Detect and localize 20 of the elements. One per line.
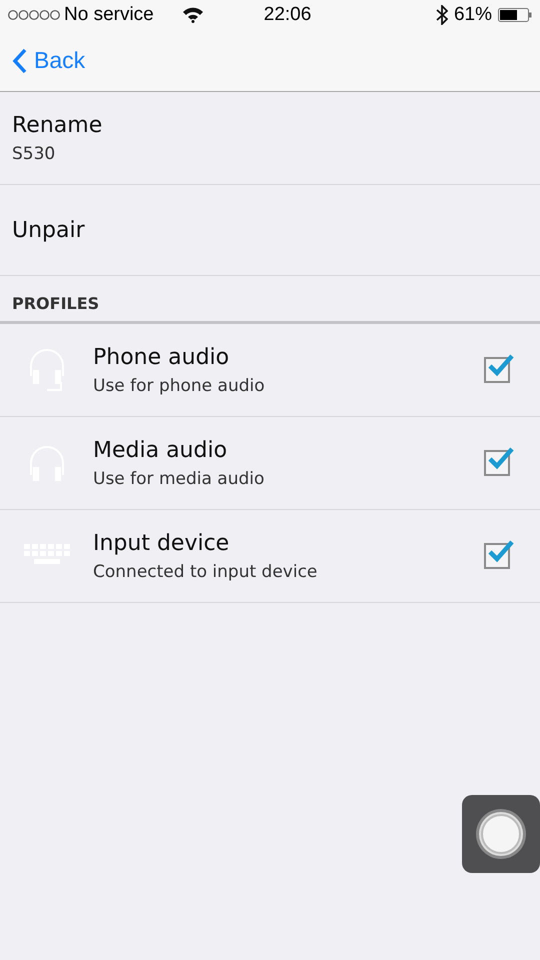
- wifi-icon: [182, 7, 204, 23]
- menu-item-title[interactable]: Rename: [12, 112, 528, 138]
- battery-icon: [498, 8, 532, 22]
- menu-item-subtitle: S530: [12, 144, 56, 164]
- profile-title[interactable]: Media audio: [93, 438, 484, 462]
- clock-text: 22:06: [264, 4, 312, 26]
- profile-subtitle: Connected to input device: [93, 562, 318, 582]
- profile-subtitle: Use for phone audio: [93, 376, 266, 396]
- profile-title[interactable]: Phone audio: [93, 344, 484, 370]
- menu-item-title[interactable]: Unpair: [12, 218, 528, 242]
- chevron-left-icon: [12, 48, 28, 74]
- signal-icon: [8, 9, 60, 21]
- assistive-touch-button[interactable]: [462, 795, 540, 873]
- battery-percent: 61%: [454, 4, 492, 26]
- carrier-text: No service: [64, 4, 154, 26]
- bluetooth-icon: [436, 5, 448, 25]
- section-header: PROFILES: [12, 294, 100, 313]
- profile-subtitle: Use for media audio: [93, 468, 266, 488]
- back-button[interactable]: Back: [12, 47, 86, 74]
- profile-title[interactable]: Input device: [93, 530, 484, 556]
